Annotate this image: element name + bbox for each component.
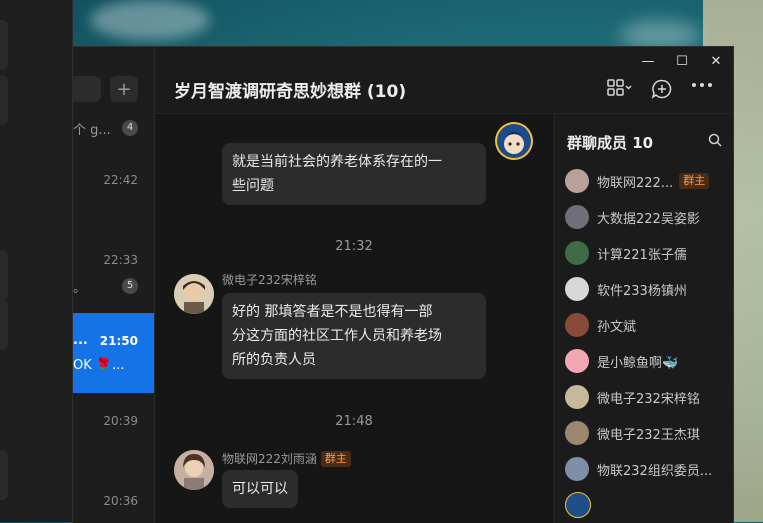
member-name: 物联232组织委员...: [597, 463, 713, 479]
background-window: [0, 0, 73, 522]
message-bubble-own[interactable]: 就是当前社会的养老体系存在的一 些问题: [222, 143, 486, 205]
member-avatar: [565, 241, 589, 265]
background-window-item: [0, 450, 8, 500]
unread-badge: 5: [122, 278, 138, 294]
maximize-icon[interactable]: ☐: [665, 47, 699, 75]
chat-app-window: + 个 g... 4 22:42 22:33 。 5 ... 21:50 OK …: [72, 46, 734, 523]
conversation-item[interactable]: 个 g... 4: [73, 109, 154, 139]
conversation-snippet: 个 g...: [73, 123, 111, 138]
message-text: 些问题: [232, 178, 274, 194]
member-item[interactable]: 软件233杨镇州: [565, 274, 730, 304]
member-name: 微电子232宋梓铭: [597, 391, 700, 407]
add-chat-icon[interactable]: [651, 79, 673, 104]
background-window-item: [0, 75, 8, 125]
conversation-time: 20:36: [103, 494, 138, 508]
members-title: 群聊成员 10: [567, 132, 653, 153]
message-text: 就是当前社会的养老体系存在的一: [232, 154, 442, 170]
member-name: 软件233杨镇州: [597, 283, 687, 299]
message-text: 分这方面的社区工作人员和养老场: [232, 328, 442, 344]
chat-title: 岁月智渡调研奇思妙想群 (10): [174, 82, 407, 102]
member-avatar: [565, 313, 589, 337]
conversation-item-active[interactable]: ... 21:50 OK 🌹...: [73, 313, 154, 393]
member-avatar: [565, 169, 589, 193]
message-text: 所的负责人员: [232, 352, 316, 368]
conversation-time: 21:50: [99, 334, 138, 348]
member-name: 孙文斌: [597, 319, 637, 335]
desktop-wallpaper-foam: [90, 0, 210, 40]
window-controls: — ☐ ✕: [631, 47, 733, 75]
member-avatar: [565, 457, 589, 481]
member-avatar: [565, 421, 589, 445]
member-avatar: [565, 277, 589, 301]
members-title-text: 群聊成员: [567, 134, 628, 152]
sender-avatar[interactable]: [174, 274, 214, 314]
own-avatar[interactable]: [495, 122, 533, 160]
unread-badge: 4: [122, 120, 138, 136]
member-item[interactable]: 微电子232宋梓铭: [565, 382, 730, 412]
member-avatar: [565, 205, 589, 229]
conversation-snippet: OK 🌹...: [73, 358, 125, 373]
message-text: 好的 那填答者是不是也得有一部: [232, 304, 433, 320]
member-item[interactable]: 微电子232王杰琪: [565, 418, 730, 448]
group-owner-badge: 群主: [320, 451, 351, 467]
apps-grid-icon[interactable]: [607, 79, 633, 102]
member-item[interactable]: 计算221张子儒: [565, 238, 730, 268]
member-item[interactable]: 物联网222... 群主: [565, 166, 730, 196]
background-window-item: [0, 300, 8, 350]
conversation-list: + 个 g... 4 22:42 22:33 。 5 ... 21:50 OK …: [73, 47, 155, 523]
conversation-item[interactable]: 20:36: [73, 477, 154, 517]
member-avatar: [565, 349, 589, 373]
more-icon[interactable]: [690, 75, 714, 100]
sender-name-text: 物联网222刘雨涵: [222, 452, 317, 466]
member-avatar: [565, 385, 589, 409]
conversation-time: 22:42: [103, 173, 138, 187]
conversation-item[interactable]: 22:33 。 5: [73, 237, 154, 297]
message-area[interactable]: 就是当前社会的养老体系存在的一 些问题 21:32 微电子232宋梓铭 好的 那…: [155, 114, 553, 523]
message-bubble[interactable]: 可以可以: [222, 470, 298, 508]
conversation-snippet: 。: [73, 281, 87, 296]
member-name: 物联网222...: [597, 175, 674, 191]
group-owner-badge: 群主: [679, 173, 710, 189]
minimize-icon[interactable]: —: [631, 47, 665, 75]
background-window-item: [0, 250, 8, 300]
member-name: 大数据222吴姿影: [597, 211, 700, 227]
conversation-item[interactable]: 22:42: [73, 157, 154, 197]
member-name: 计算221张子儒: [597, 247, 687, 263]
member-item[interactable]: 物联232组织委员...: [565, 454, 730, 484]
member-item[interactable]: 孙文斌: [565, 310, 730, 340]
members-count: 10: [632, 134, 654, 152]
message-timestamp: 21:48: [335, 414, 373, 429]
close-icon[interactable]: ✕: [699, 47, 733, 75]
search-icon[interactable]: [708, 133, 722, 151]
sender-avatar[interactable]: [174, 450, 214, 490]
message-text: 可以可以: [232, 481, 288, 497]
member-name: 是小鲸鱼啊🐳: [597, 355, 679, 371]
sender-name[interactable]: 微电子232宋梓铭: [222, 271, 317, 288]
member-avatar: [565, 492, 591, 518]
conversation-item[interactable]: 20:39: [73, 397, 154, 437]
conversation-time: 22:33: [103, 253, 138, 267]
search-input[interactable]: [73, 76, 101, 102]
group-members-panel: 群聊成员 10 物联网222... 群主 大数据222吴姿影 计算221张子儒 …: [554, 114, 733, 523]
background-window-item: [0, 20, 8, 70]
conversation-time: 20:39: [103, 414, 138, 428]
member-item[interactable]: [565, 490, 730, 520]
sender-name[interactable]: 物联网222刘雨涵 群主: [222, 450, 351, 467]
message-timestamp: 21:32: [335, 239, 373, 254]
chat-header: — ☐ ✕ 岁月智渡调研奇思妙想群 (10): [155, 47, 733, 114]
member-name: 微电子232王杰琪: [597, 427, 700, 443]
add-button[interactable]: +: [110, 76, 138, 102]
conversation-name: ...: [73, 333, 88, 348]
message-bubble[interactable]: 好的 那填答者是不是也得有一部 分这方面的社区工作人员和养老场 所的负责人员: [222, 293, 486, 379]
member-item[interactable]: 是小鲸鱼啊🐳: [565, 346, 730, 376]
member-item[interactable]: 大数据222吴姿影: [565, 202, 730, 232]
